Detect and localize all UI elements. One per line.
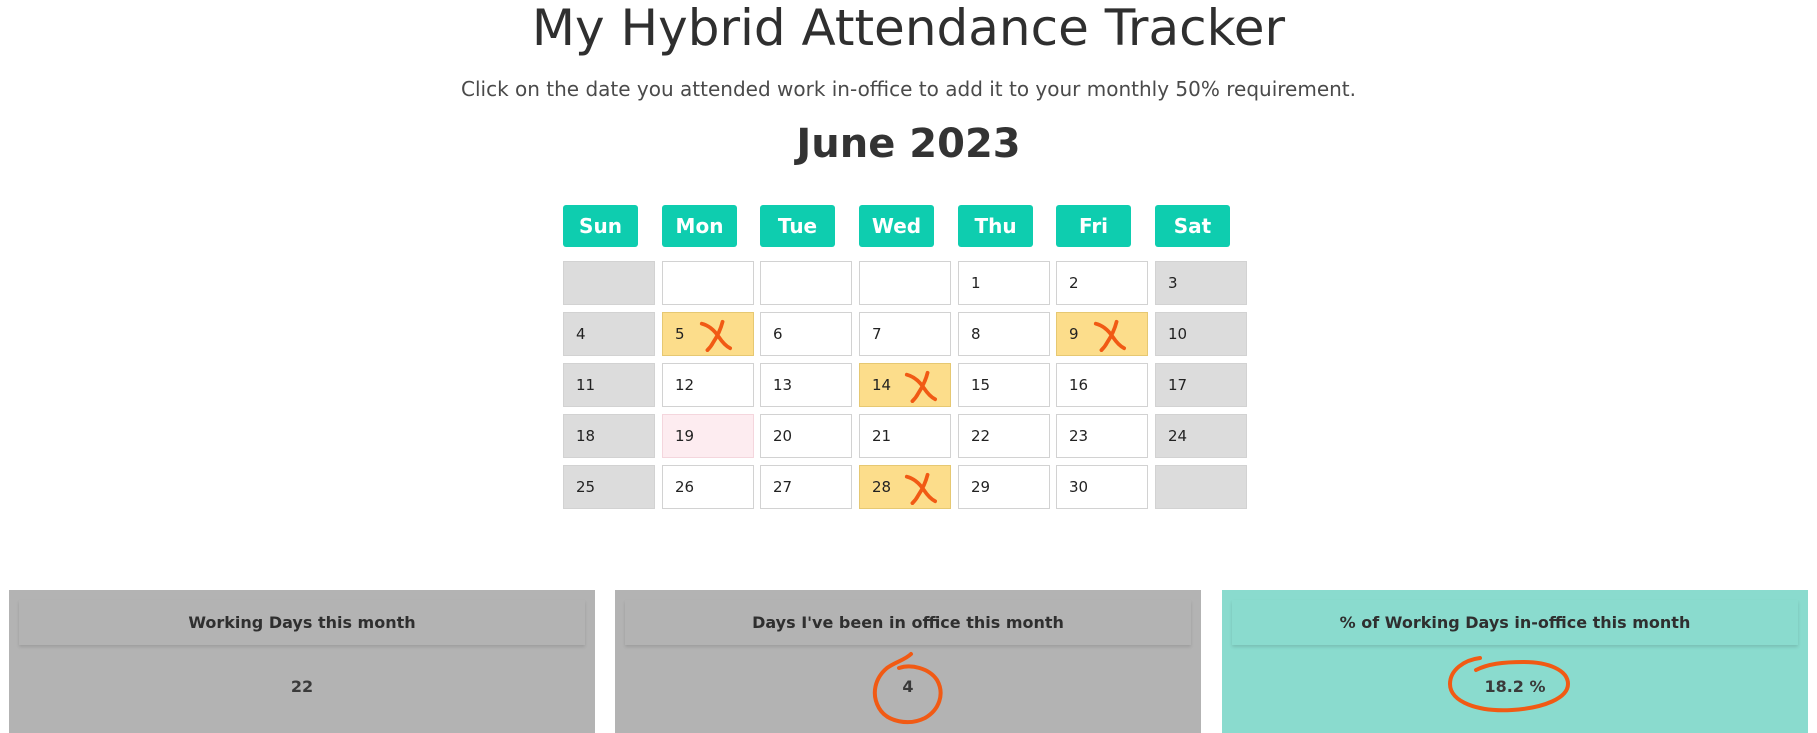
calendar-day-23[interactable]: 23 — [1056, 414, 1148, 458]
calendar-day-number: 4 — [576, 325, 586, 343]
calendar-day-number: 16 — [1069, 376, 1089, 394]
weekday-fri: Fri — [1056, 205, 1131, 247]
calendar-day-number: 26 — [675, 478, 695, 496]
calendar-day-number: 24 — [1168, 427, 1188, 445]
percent-office-label: % of Working Days in-office this month — [1232, 600, 1798, 645]
calendar-day-number: 1 — [971, 274, 981, 292]
calendar-day-18: 18 — [563, 414, 655, 458]
calendar-day-13[interactable]: 13 — [760, 363, 852, 407]
calendar-empty-cell — [859, 261, 951, 305]
calendar-day-number: 8 — [971, 325, 981, 343]
working-days-card: Working Days this month 22 — [9, 590, 595, 733]
calendar-day-number: 5 — [675, 325, 685, 343]
weekday-wed: Wed — [859, 205, 934, 247]
calendar-day-27[interactable]: 27 — [760, 465, 852, 509]
page-instructions: Click on the date you attended work in-o… — [461, 77, 1356, 101]
calendar-day-5[interactable]: 5 — [662, 312, 754, 356]
calendar-day-22[interactable]: 22 — [958, 414, 1050, 458]
page-title: My Hybrid Attendance Tracker — [531, 0, 1286, 57]
calendar-day-28[interactable]: 28 — [859, 465, 951, 509]
calendar-day-number: 25 — [576, 478, 596, 496]
calendar-day-16[interactable]: 16 — [1056, 363, 1148, 407]
calendar-day-25: 25 — [563, 465, 655, 509]
calendar-day-number: 17 — [1168, 376, 1188, 394]
calendar-day-number: 10 — [1168, 325, 1188, 343]
percent-office-value: 18.2 % — [1484, 677, 1546, 696]
calendar-empty-cell — [760, 261, 852, 305]
weekday-sun: Sun — [563, 205, 638, 247]
calendar-day-12[interactable]: 12 — [662, 363, 754, 407]
calendar-day-7[interactable]: 7 — [859, 312, 951, 356]
calendar-day-15[interactable]: 15 — [958, 363, 1050, 407]
calendar-day-number: 13 — [773, 376, 793, 394]
calendar-day-2[interactable]: 2 — [1056, 261, 1148, 305]
calendar-empty-cell — [1155, 465, 1247, 509]
calendar-day-8[interactable]: 8 — [958, 312, 1050, 356]
calendar-day-24: 24 — [1155, 414, 1247, 458]
working-days-value: 22 — [290, 677, 314, 696]
calendar-day-number: 14 — [872, 376, 892, 394]
month-label: June 2023 — [796, 121, 1021, 167]
calendar-empty-cell — [662, 261, 754, 305]
calendar-empty-cell — [563, 261, 655, 305]
calendar-day-number: 15 — [971, 376, 991, 394]
hand-drawn-x-mark-icon — [699, 319, 732, 352]
calendar-day-number: 22 — [971, 427, 991, 445]
calendar-day-14[interactable]: 14 — [859, 363, 951, 407]
calendar-grid: 1 2 3 4 5 6 7 8 9 10 11 12 13 14 15 16 17 18 19 20 21 22 23 24 2… — [563, 261, 1253, 513]
calendar-day-29[interactable]: 29 — [958, 465, 1050, 509]
calendar-day-number: 2 — [1069, 274, 1079, 292]
calendar-day-20[interactable]: 20 — [760, 414, 852, 458]
calendar-day-number: 30 — [1069, 478, 1089, 496]
hand-drawn-x-mark-icon — [904, 472, 937, 505]
calendar-day-number: 3 — [1168, 274, 1178, 292]
calendar-day-number: 6 — [773, 325, 783, 343]
calendar-day-1[interactable]: 1 — [958, 261, 1050, 305]
calendar-day-3: 3 — [1155, 261, 1247, 305]
weekday-mon: Mon — [662, 205, 737, 247]
hand-drawn-x-mark-icon — [1093, 319, 1126, 352]
calendar-day-number: 27 — [773, 478, 793, 496]
calendar-day-10: 10 — [1155, 312, 1247, 356]
weekday-tue: Tue — [760, 205, 835, 247]
calendar-day-number: 28 — [872, 478, 892, 496]
percent-office-card: % of Working Days in-office this month 1… — [1222, 590, 1808, 733]
weekday-sat: Sat — [1155, 205, 1230, 247]
office-days-card: Days I've been in office this month 4 — [615, 590, 1201, 733]
hand-drawn-x-mark-icon — [904, 370, 937, 403]
calendar-day-11: 11 — [563, 363, 655, 407]
office-days-label: Days I've been in office this month — [625, 600, 1191, 645]
calendar-day-number: 7 — [872, 325, 882, 343]
calendar-day-6[interactable]: 6 — [760, 312, 852, 356]
weekday-thu: Thu — [958, 205, 1033, 247]
calendar-day-number: 18 — [576, 427, 596, 445]
calendar-day-number: 29 — [971, 478, 991, 496]
calendar-day-17: 17 — [1155, 363, 1247, 407]
calendar-day-number: 20 — [773, 427, 793, 445]
calendar-day-number: 21 — [872, 427, 892, 445]
calendar-day-19[interactable]: 19 — [662, 414, 754, 458]
calendar-day-number: 23 — [1069, 427, 1089, 445]
calendar-day-4: 4 — [563, 312, 655, 356]
calendar-day-30[interactable]: 30 — [1056, 465, 1148, 509]
office-days-value: 4 — [902, 677, 914, 696]
calendar-day-number: 11 — [576, 376, 596, 394]
calendar-day-number: 19 — [675, 427, 695, 445]
calendar-day-21[interactable]: 21 — [859, 414, 951, 458]
calendar-day-number: 9 — [1069, 325, 1079, 343]
calendar-day-number: 12 — [675, 376, 695, 394]
calendar-day-26[interactable]: 26 — [662, 465, 754, 509]
working-days-label: Working Days this month — [19, 600, 585, 645]
weekday-header-row: Sun Mon Tue Wed Thu Fri Sat — [563, 205, 1253, 247]
calendar-day-9[interactable]: 9 — [1056, 312, 1148, 356]
